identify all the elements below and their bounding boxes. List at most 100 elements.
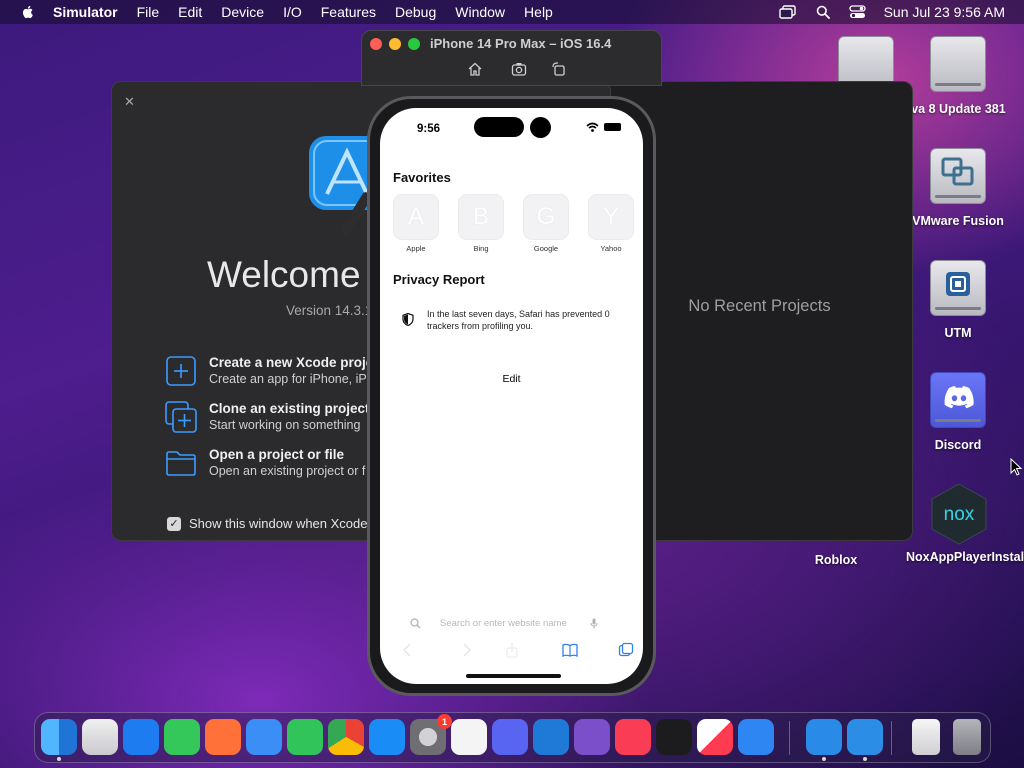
bookmarks-icon[interactable]	[562, 642, 578, 658]
dock: 1	[34, 712, 991, 763]
dock-news-icon[interactable]	[697, 719, 733, 755]
camera-dot	[530, 117, 551, 138]
create-new-project-action[interactable]: Create a new Xcode proje Create an app f…	[165, 355, 374, 387]
favorites-title: Favorites	[393, 170, 451, 185]
safari-address-bar[interactable]: Search or enter website name	[410, 615, 615, 631]
dock-separator	[789, 721, 790, 755]
favorite-label: Yahoo	[600, 244, 622, 253]
favorite-tile: G	[523, 194, 569, 240]
privacy-report-text: In the last seven days, Safari has preve…	[427, 309, 610, 331]
nox-logo-text: nox	[944, 504, 975, 525]
desktop-icon-label: Roblox	[814, 553, 858, 567]
dynamic-island	[474, 117, 524, 137]
screenshot-icon[interactable]	[511, 61, 527, 77]
dock-simulator-icon[interactable]	[847, 719, 883, 755]
show-window-checkbox[interactable]: ✓	[167, 516, 181, 531]
dock-textedit-icon[interactable]	[451, 719, 487, 755]
tabs-icon[interactable]	[618, 642, 634, 658]
forward-icon[interactable]	[458, 642, 474, 658]
menu-device[interactable]: Device	[221, 4, 264, 20]
desktop-icon-nox-installer[interactable]: nox NoxAppPlayerInstaller	[906, 482, 1024, 565]
menu-features[interactable]: Features	[321, 4, 376, 20]
home-icon[interactable]	[467, 61, 483, 77]
menu-help[interactable]: Help	[524, 4, 553, 20]
discord-drive-icon	[930, 372, 986, 428]
control-center-icon[interactable]	[849, 4, 867, 20]
dock-messages-icon[interactable]	[164, 719, 200, 755]
microphone-icon[interactable]	[590, 618, 598, 629]
back-icon[interactable]	[400, 642, 416, 658]
mouse-cursor-icon	[1010, 458, 1022, 476]
favorite-yahoo[interactable]: Y Yahoo	[587, 194, 635, 253]
plus-square-icon	[166, 356, 196, 386]
privacy-report-card[interactable]: In the last seven days, Safari has preve…	[402, 308, 627, 332]
desktop-icon-label: VMware Fusion	[912, 214, 1004, 228]
dock-app-store-icon[interactable]	[369, 719, 405, 755]
clone-project-subtitle: Start working on something	[209, 418, 361, 432]
menu-file[interactable]: File	[137, 4, 160, 20]
desktop-icon-discord[interactable]: Discord	[908, 372, 1008, 453]
dock-visual-studio-icon[interactable]	[574, 719, 610, 755]
dock-firefox-icon[interactable]	[205, 719, 241, 755]
menu-io[interactable]: I/O	[283, 4, 302, 20]
close-window-button[interactable]	[370, 38, 382, 50]
favorite-label: Google	[533, 244, 559, 253]
menubar-clock[interactable]: Sun Jul 23 9:56 AM	[884, 4, 1005, 20]
dock-apple-tv-icon[interactable]	[656, 719, 692, 755]
xcode-close-button[interactable]: ✕	[124, 94, 135, 110]
menu-app-name[interactable]: Simulator	[53, 4, 118, 20]
dock-keynote-icon[interactable]	[738, 719, 774, 755]
rotate-icon[interactable]	[551, 61, 567, 77]
address-bar-placeholder: Search or enter website name	[440, 617, 567, 629]
clone-project-title: Clone an existing project	[209, 401, 370, 416]
open-project-subtitle: Open an existing project or f	[209, 464, 366, 478]
share-icon[interactable]	[504, 642, 520, 658]
iphone-screen[interactable]: 9:56 Favorites A Apple B Bing G Google Y…	[380, 108, 643, 684]
dock-trash-icon[interactable]	[953, 719, 981, 755]
dock-chrome-icon[interactable]	[328, 719, 364, 755]
welcome-title: Welcome	[207, 254, 361, 295]
menu-debug[interactable]: Debug	[395, 4, 436, 20]
clone-plus-icon	[165, 401, 197, 433]
dock-xcode-icon[interactable]	[806, 719, 842, 755]
desktop-icon-label: UTM	[944, 326, 972, 340]
dock-mail-icon[interactable]	[246, 719, 282, 755]
zoom-window-button[interactable]	[408, 38, 420, 50]
privacy-report-title: Privacy Report	[393, 272, 485, 287]
dock-safari-icon[interactable]	[123, 719, 159, 755]
screen-mirroring-icon[interactable]	[779, 4, 797, 20]
nox-app-icon: nox	[931, 483, 987, 545]
show-window-option[interactable]: ✓ Show this window when Xcode	[167, 516, 368, 531]
desktop-icon-utm[interactable]: UTM	[908, 260, 1008, 341]
favorite-google[interactable]: G Google	[522, 194, 570, 253]
create-project-title: Create a new Xcode proje	[209, 355, 374, 370]
menu-edit[interactable]: Edit	[178, 4, 202, 20]
dock-downloads-icon[interactable]	[912, 719, 940, 755]
dock-discord-icon[interactable]	[492, 719, 528, 755]
menu-window[interactable]: Window	[455, 4, 505, 20]
minimize-window-button[interactable]	[389, 38, 401, 50]
shield-icon	[402, 313, 414, 326]
create-project-subtitle: Create an app for iPhone, iPa	[209, 372, 374, 386]
menu-bar: Simulator File Edit Device I/O Features …	[0, 0, 1024, 24]
clone-project-action[interactable]: Clone an existing project Start working …	[165, 401, 370, 433]
dock-finder-icon[interactable]	[41, 719, 77, 755]
desktop-icon-java[interactable]: ava 8 Update 381	[904, 36, 1008, 117]
favorite-bing[interactable]: B Bing	[457, 194, 505, 253]
dock-launchpad-icon[interactable]	[82, 719, 118, 755]
open-project-action[interactable]: Open a project or file Open an existing …	[165, 447, 365, 479]
desktop-icon-label: Discord	[934, 438, 982, 452]
apple-menu-icon[interactable]	[20, 4, 36, 20]
desktop-icon-vmware-fusion[interactable]: VMware Fusion	[908, 148, 1008, 229]
dock-vs-code-icon[interactable]	[533, 719, 569, 755]
search-icon	[410, 617, 421, 628]
favorite-label: Bing	[473, 244, 489, 253]
folder-icon	[166, 451, 196, 476]
home-indicator[interactable]	[466, 674, 561, 678]
favorite-apple[interactable]: A Apple	[392, 194, 440, 253]
dock-music-icon[interactable]	[615, 719, 651, 755]
utm-drive-icon	[930, 260, 986, 316]
dock-facetime-icon[interactable]	[287, 719, 323, 755]
edit-button[interactable]: Edit	[380, 373, 643, 385]
spotlight-search-icon[interactable]	[814, 4, 832, 20]
